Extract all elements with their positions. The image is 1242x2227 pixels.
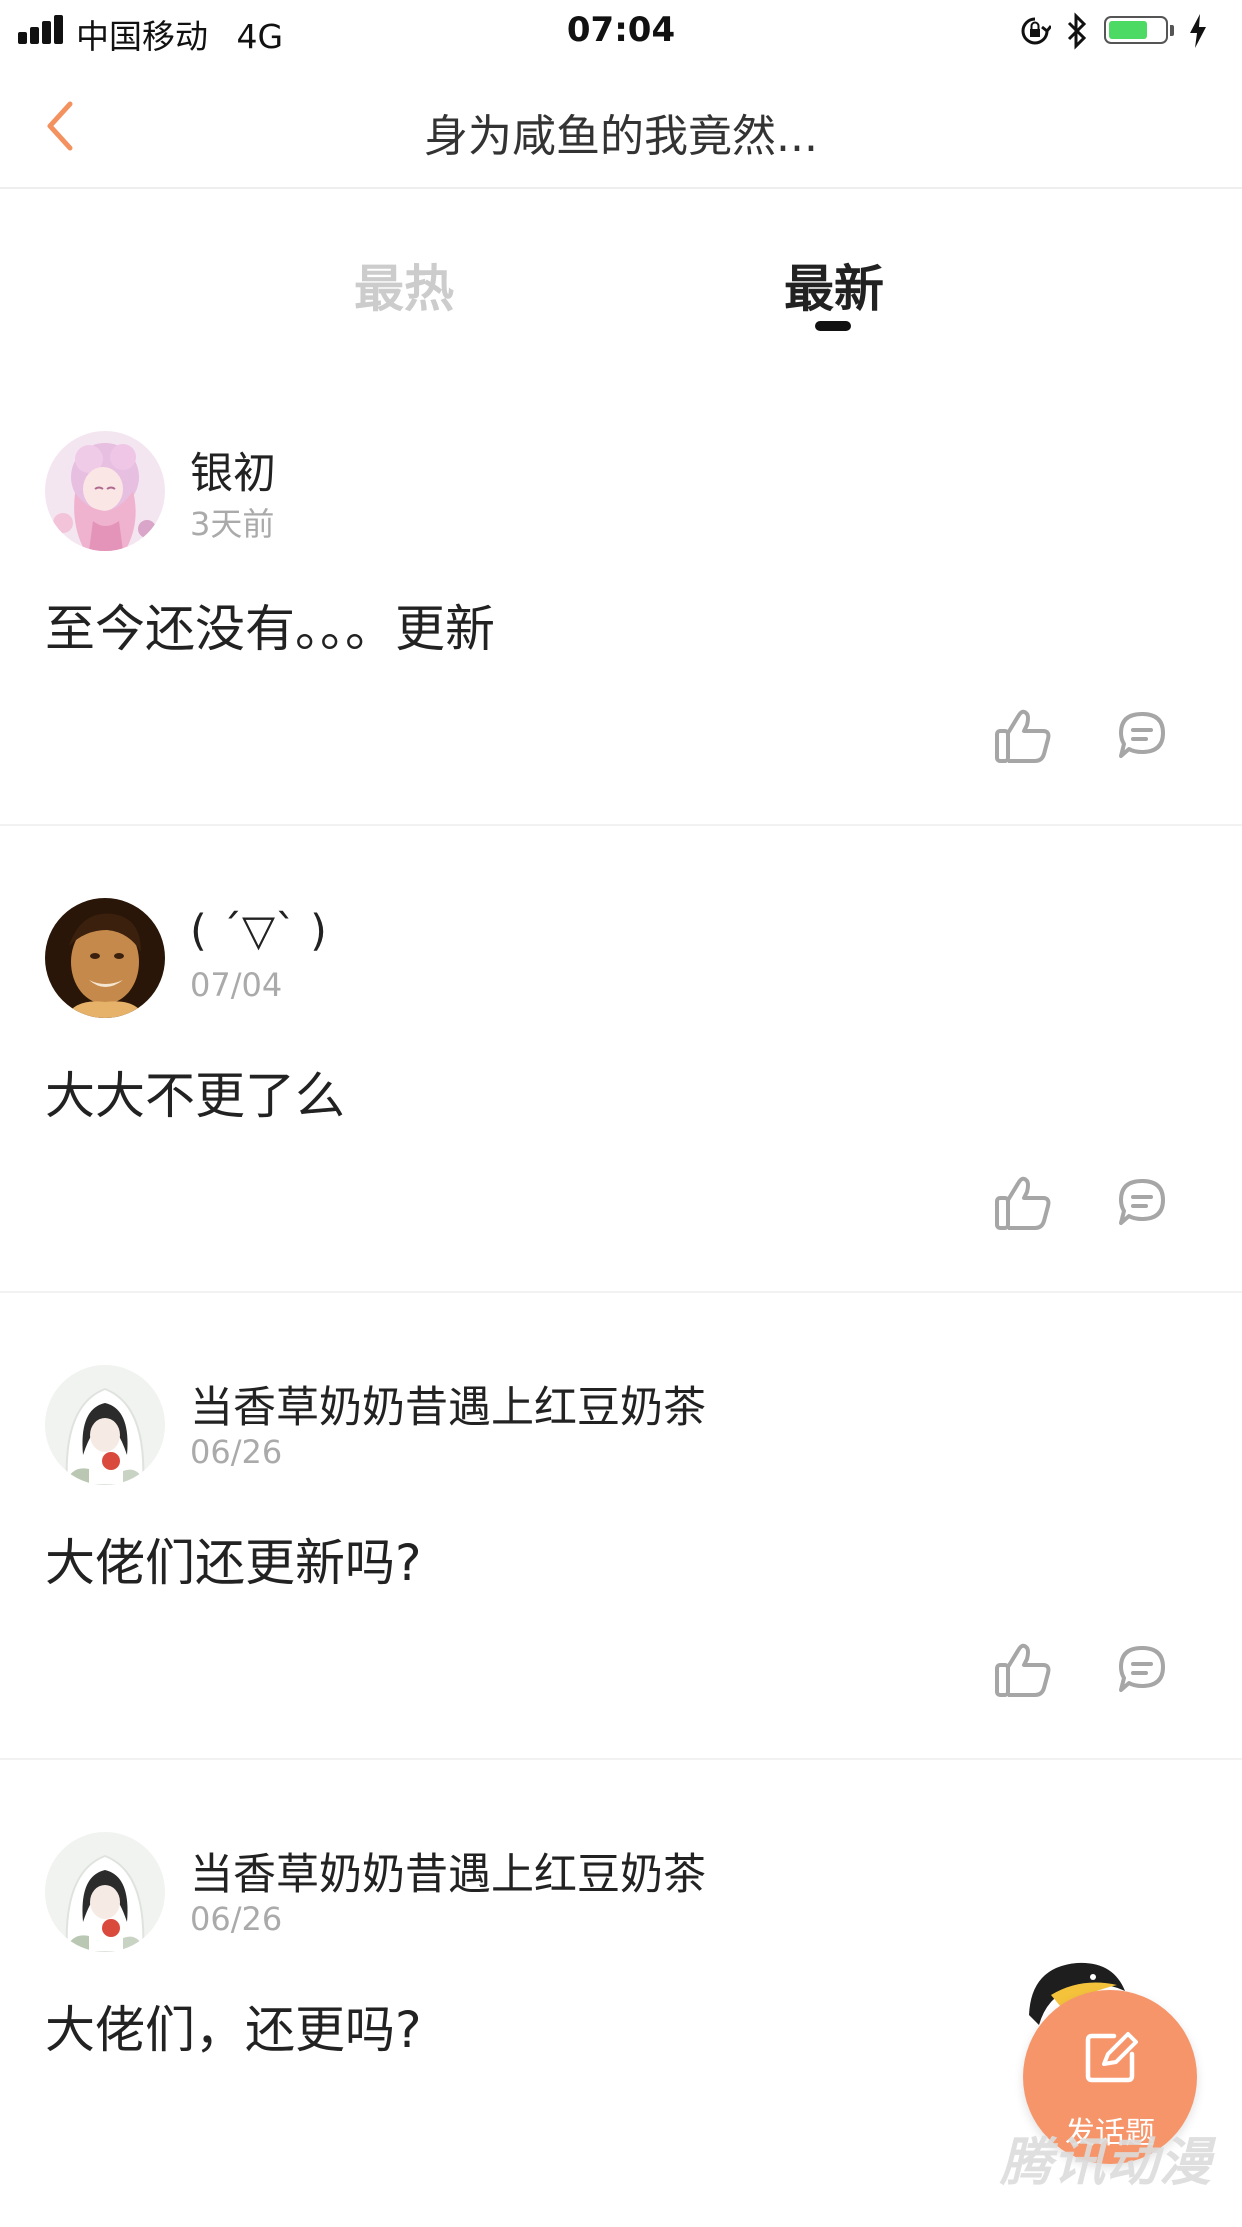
page-title: 身为咸鱼的我竟然...	[424, 111, 818, 162]
active-tab-indicator	[815, 321, 851, 331]
comment-content[interactable]: 大佬们还更新吗?	[45, 1523, 422, 1595]
smiling-man-avatar	[45, 898, 165, 1018]
anime-girl-avatar	[45, 431, 165, 551]
tab-hot[interactable]: 最热	[294, 249, 514, 321]
like-button[interactable]	[993, 707, 1053, 765]
tab-bar: 最热 最新	[0, 189, 1242, 359]
comment-time: 06/26	[190, 1433, 283, 1471]
comment-bubble-icon	[1119, 712, 1165, 758]
status-bar: 中国移动 4G 07:04	[0, 0, 1242, 62]
comment-bubble-icon	[1119, 1646, 1165, 1692]
comment-content[interactable]: 大佬们，还更吗?	[45, 1990, 422, 2062]
comment-username[interactable]: 银初	[190, 439, 276, 501]
status-icons	[1004, 8, 1224, 52]
tab-latest[interactable]: 最新	[724, 249, 944, 321]
reply-button[interactable]	[1116, 709, 1168, 761]
comment-username[interactable]: ( ´▽` )	[190, 906, 327, 956]
thumbs-up-icon	[995, 1643, 1051, 1697]
reply-button[interactable]	[1116, 1643, 1168, 1695]
comment-item: ( ´▽` ) 07/04 大大不更了么	[0, 826, 1242, 1293]
comment-list: 银初 3天前 至今还没有。。。更新 (´▽`) 07/04 大大不更了么 当…	[0, 359, 1242, 2227]
white-hood-girl-avatar	[45, 1832, 165, 1952]
comment-item: 当香草奶奶昔遇上红豆奶茶 06/26 大佬们还更新吗?	[0, 1293, 1242, 1760]
avatar[interactable]	[45, 431, 165, 551]
bluetooth-icon	[1067, 12, 1087, 50]
watermark-logo: 腾讯动漫	[1000, 2133, 1213, 2193]
comment-time: 06/26	[190, 1900, 283, 1938]
comment-time: 3天前	[190, 505, 275, 543]
like-button[interactable]	[993, 1641, 1053, 1699]
charging-icon	[1190, 14, 1206, 48]
battery-icon	[1104, 16, 1168, 44]
comment-username[interactable]: 当香草奶奶昔遇上红豆奶茶	[190, 1373, 706, 1435]
edit-icon	[1085, 2032, 1138, 2083]
avatar[interactable]	[45, 1832, 165, 1952]
comment-content[interactable]: 大大不更了么	[45, 1056, 345, 1128]
comment-time: 07/04	[190, 966, 283, 1004]
like-button[interactable]	[993, 1174, 1053, 1232]
nav-bar: 身为咸鱼的我竟然...	[0, 62, 1242, 189]
comment-username[interactable]: 当香草奶奶昔遇上红豆奶茶	[190, 1840, 706, 1902]
thumbs-up-icon	[995, 709, 1051, 763]
battery-tip	[1170, 25, 1174, 36]
avatar[interactable]	[45, 898, 165, 1018]
thumbs-up-icon	[995, 1176, 1051, 1230]
white-hood-girl-avatar	[45, 1365, 165, 1485]
comment-content[interactable]: 至今还没有。。。更新	[45, 589, 495, 661]
avatar[interactable]	[45, 1365, 165, 1485]
reply-button[interactable]	[1116, 1176, 1168, 1228]
battery-level	[1109, 21, 1147, 39]
rotation-lock-icon	[1021, 17, 1051, 45]
comment-bubble-icon	[1119, 1179, 1165, 1225]
comment-item: 银初 3天前 至今还没有。。。更新	[0, 359, 1242, 826]
